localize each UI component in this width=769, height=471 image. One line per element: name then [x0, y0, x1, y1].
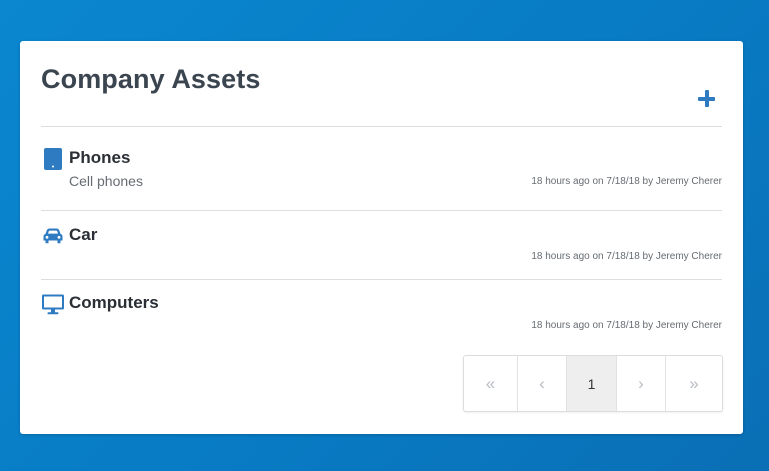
next-page-button[interactable]: ›	[617, 356, 666, 411]
asset-description: Cell phones	[69, 173, 143, 189]
asset-meta: 18 hours ago on 7/18/18 by Jeremy Cherer	[531, 320, 722, 331]
asset-name: Car	[69, 225, 98, 244]
add-asset-button[interactable]	[698, 90, 716, 108]
asset-item-phones[interactable]: Phones Cell phones 18 hours ago on 7/18/…	[41, 147, 722, 203]
assets-panel: Company Assets Phones Cell phones 18 hou…	[20, 41, 743, 434]
panel-title: Company Assets	[41, 64, 261, 94]
divider	[41, 210, 722, 211]
asset-item-car[interactable]: Car 18 hours ago on 7/18/18 by Jeremy Ch…	[41, 224, 722, 266]
page-1-button[interactable]: 1	[567, 356, 617, 411]
first-page-button[interactable]: «	[464, 356, 518, 411]
prev-page-button[interactable]: ‹	[518, 356, 567, 411]
last-page-button[interactable]: »	[666, 356, 722, 411]
asset-name: Computers	[69, 293, 159, 312]
pagination: « ‹ 1 › »	[463, 355, 723, 412]
desktop-icon	[41, 292, 65, 316]
asset-item-computers[interactable]: Computers 18 hours ago on 7/18/18 by Jer…	[41, 292, 722, 336]
asset-meta: 18 hours ago on 7/18/18 by Jeremy Cherer	[531, 176, 722, 187]
divider	[41, 126, 722, 127]
car-icon	[41, 224, 65, 248]
asset-meta: 18 hours ago on 7/18/18 by Jeremy Cherer	[531, 251, 722, 262]
divider	[41, 279, 722, 280]
asset-name: Phones	[69, 148, 131, 167]
tablet-icon	[41, 147, 65, 171]
